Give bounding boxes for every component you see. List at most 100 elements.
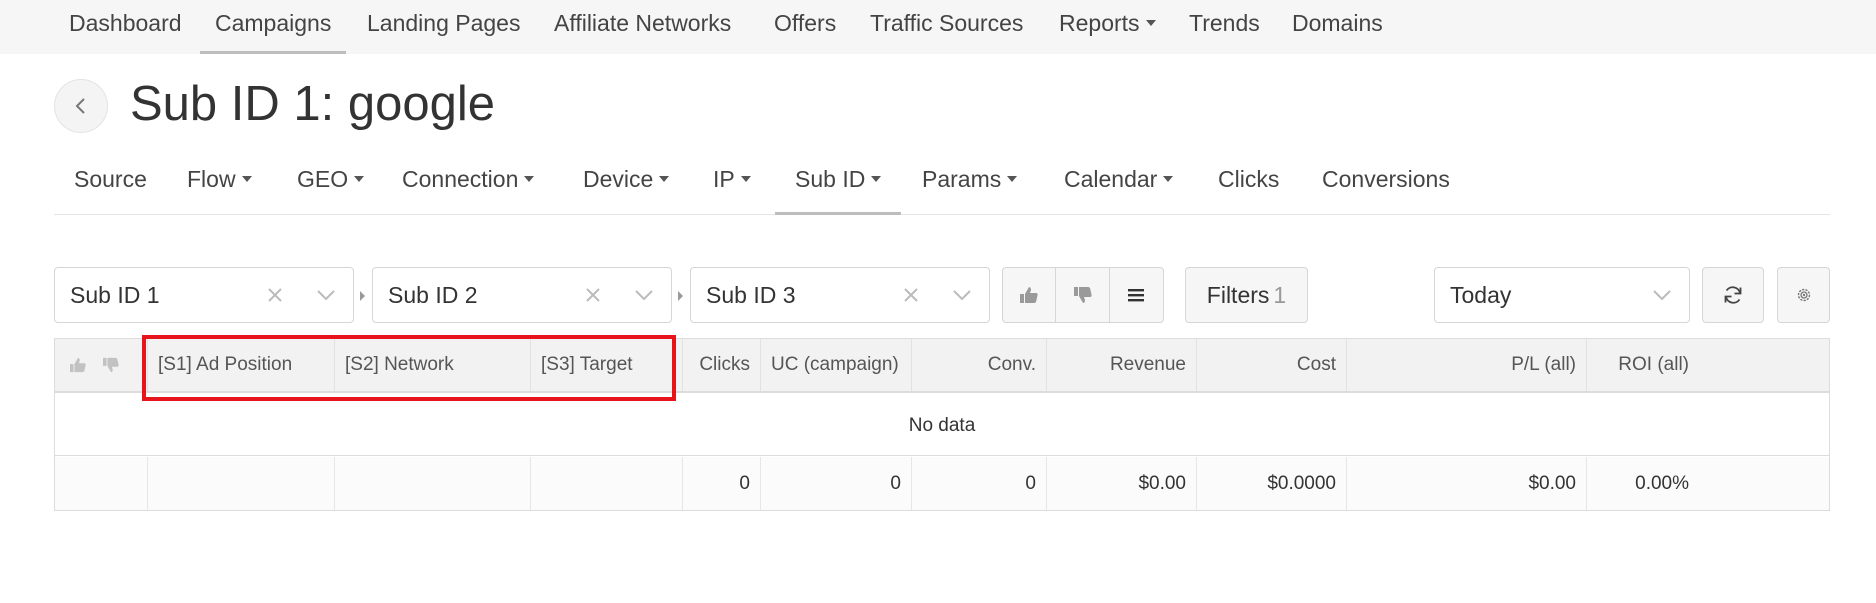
nav-domains[interactable]: Domains bbox=[1277, 0, 1398, 54]
totals-clicks: 0 bbox=[682, 457, 760, 510]
column-header-pl[interactable]: P/L (all) bbox=[1346, 339, 1586, 391]
column-header-revenue[interactable]: Revenue bbox=[1046, 339, 1196, 391]
nav-offers[interactable]: Offers bbox=[759, 0, 851, 54]
nav-reports[interactable]: Reports bbox=[1044, 0, 1171, 54]
page-title: Sub ID 1: google bbox=[130, 77, 496, 131]
caret-down-icon bbox=[740, 175, 751, 182]
column-header-s1[interactable]: [S1] Ad Position bbox=[147, 339, 334, 391]
tab-calendar[interactable]: Calendar bbox=[1044, 155, 1193, 215]
empty-state-message: No data bbox=[55, 395, 1829, 456]
grouping-select-2-value: Sub ID 2 bbox=[388, 282, 478, 308]
thumbs-down-icon[interactable] bbox=[102, 357, 120, 373]
list-icon bbox=[1128, 289, 1145, 302]
caret-down-icon bbox=[354, 175, 365, 182]
nav-traffic-sources[interactable]: Traffic Sources bbox=[855, 0, 1038, 54]
tab-ip[interactable]: IP bbox=[693, 155, 771, 215]
caret-down-icon bbox=[1163, 175, 1174, 182]
tab-geo-label: GEO bbox=[297, 166, 349, 192]
tab-conversions[interactable]: Conversions bbox=[1302, 155, 1470, 215]
column-header-uc-campaign[interactable]: UC (campaign) bbox=[760, 339, 911, 391]
caret-down-icon bbox=[659, 175, 670, 182]
tab-calendar-label: Calendar bbox=[1064, 166, 1158, 192]
chevron-down-icon bbox=[953, 290, 971, 301]
tab-ip-label: IP bbox=[713, 166, 735, 192]
report-table: [S1] Ad Position [S2] Network [S3] Targe… bbox=[54, 338, 1830, 511]
filters-count-badge: 1 bbox=[1273, 282, 1287, 308]
list-view-button[interactable] bbox=[1110, 268, 1163, 322]
column-header-s2[interactable]: [S2] Network bbox=[334, 339, 530, 391]
tab-connection-label: Connection bbox=[402, 166, 519, 192]
caret-down-icon bbox=[1145, 19, 1156, 26]
table-header: [S1] Ad Position [S2] Network [S3] Targe… bbox=[55, 339, 1829, 393]
grouping-select-2[interactable]: Sub ID 2 bbox=[372, 267, 672, 323]
thumbs-up-icon bbox=[1020, 287, 1038, 303]
back-button[interactable] bbox=[54, 79, 108, 133]
totals-conv: 0 bbox=[911, 457, 1046, 510]
nav-affiliate-networks[interactable]: Affiliate Networks bbox=[539, 0, 746, 54]
tab-flow-label: Flow bbox=[187, 166, 236, 192]
clear-icon[interactable] bbox=[265, 285, 285, 305]
arrow-right-icon bbox=[678, 291, 683, 301]
column-header-clicks[interactable]: Clicks bbox=[682, 339, 760, 391]
chevron-down-icon bbox=[1653, 290, 1671, 301]
column-header-conv[interactable]: Conv. bbox=[911, 339, 1046, 391]
refresh-icon bbox=[1724, 286, 1742, 304]
table-totals-row: 0 0 0 $0.00 $0.0000 $0.00 0.00% bbox=[55, 457, 1829, 510]
caret-down-icon bbox=[871, 175, 882, 182]
totals-cell-s3 bbox=[530, 457, 682, 510]
thumbs-up-button[interactable] bbox=[1003, 268, 1057, 322]
column-header-roi[interactable]: ROI (all) bbox=[1586, 339, 1699, 391]
nav-campaigns[interactable]: Campaigns bbox=[200, 0, 347, 54]
top-navigation: Dashboard Campaigns Landing Pages Affili… bbox=[0, 0, 1876, 54]
caret-down-icon bbox=[241, 175, 252, 182]
header-vote-cell bbox=[69, 339, 119, 391]
refresh-button[interactable] bbox=[1702, 267, 1764, 323]
tab-device-label: Device bbox=[583, 166, 654, 192]
totals-cell-s1 bbox=[147, 457, 334, 510]
filters-button[interactable]: Filters 1 bbox=[1185, 267, 1308, 323]
nav-trends[interactable]: Trends bbox=[1174, 0, 1275, 54]
thumbs-down-icon bbox=[1073, 287, 1092, 303]
grouping-select-1-value: Sub ID 1 bbox=[70, 282, 160, 308]
gear-icon bbox=[1797, 288, 1810, 302]
totals-cost: $0.0000 bbox=[1196, 457, 1346, 510]
nav-reports-label: Reports bbox=[1059, 10, 1140, 36]
date-range-value: Today bbox=[1450, 282, 1512, 308]
arrow-right-icon bbox=[360, 291, 365, 301]
totals-revenue: $0.00 bbox=[1046, 457, 1196, 510]
tab-params[interactable]: Params bbox=[902, 155, 1037, 215]
tab-params-label: Params bbox=[922, 166, 1002, 192]
nav-landing-pages[interactable]: Landing Pages bbox=[352, 0, 535, 54]
filters-label: Filters bbox=[1206, 282, 1270, 308]
column-header-s3[interactable]: [S3] Target bbox=[530, 339, 682, 391]
thumbs-down-button[interactable] bbox=[1056, 268, 1110, 322]
grouping-select-3[interactable]: Sub ID 3 bbox=[690, 267, 990, 323]
chevron-down-icon bbox=[317, 290, 335, 301]
view-mode-button-group bbox=[1002, 267, 1164, 323]
totals-pl: $0.00 bbox=[1346, 457, 1586, 510]
clear-icon[interactable] bbox=[583, 285, 603, 305]
grouping-select-1[interactable]: Sub ID 1 bbox=[54, 267, 354, 323]
grouping-select-3-value: Sub ID 3 bbox=[706, 282, 796, 308]
tab-geo[interactable]: GEO bbox=[277, 155, 384, 215]
report-tabs: Source Flow GEO Connection Device IP Sub… bbox=[54, 155, 1830, 215]
nav-dashboard[interactable]: Dashboard bbox=[54, 0, 197, 54]
date-range-select[interactable]: Today bbox=[1434, 267, 1690, 323]
tab-source[interactable]: Source bbox=[54, 155, 167, 215]
settings-button[interactable] bbox=[1777, 267, 1830, 323]
tab-device[interactable]: Device bbox=[563, 155, 689, 215]
column-header-cost[interactable]: Cost bbox=[1196, 339, 1346, 391]
totals-roi: 0.00% bbox=[1586, 457, 1699, 510]
tab-connection[interactable]: Connection bbox=[382, 155, 554, 215]
tab-sub-id-label: Sub ID bbox=[795, 166, 866, 192]
caret-down-icon bbox=[1007, 175, 1018, 182]
chevron-left-icon bbox=[75, 98, 85, 114]
caret-down-icon bbox=[524, 175, 535, 182]
tab-clicks[interactable]: Clicks bbox=[1198, 155, 1299, 215]
thumbs-up-icon[interactable] bbox=[69, 357, 87, 373]
tab-sub-id[interactable]: Sub ID bbox=[775, 155, 902, 215]
chevron-down-icon bbox=[635, 290, 653, 301]
clear-icon[interactable] bbox=[901, 285, 921, 305]
tab-flow[interactable]: Flow bbox=[167, 155, 272, 215]
totals-uc-campaign: 0 bbox=[760, 457, 911, 510]
